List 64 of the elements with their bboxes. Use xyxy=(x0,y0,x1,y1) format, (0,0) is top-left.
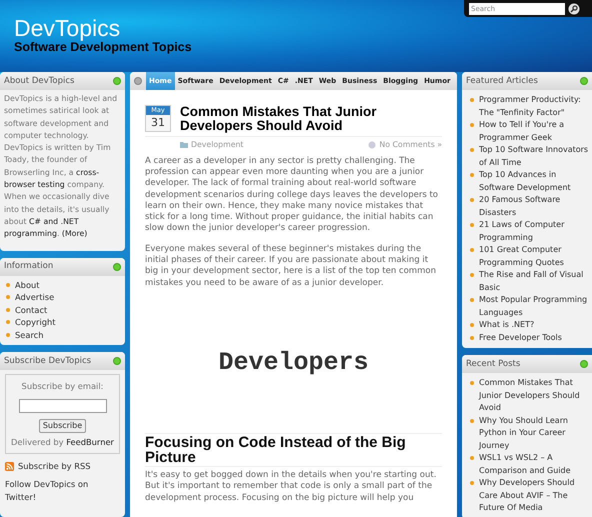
post-title: Common Mistakes That Junior Developers Should Avoid xyxy=(180,105,378,133)
bullet-icon xyxy=(470,381,474,385)
site-title: DevTopics xyxy=(14,16,122,40)
site-tagline: Software Development Topics xyxy=(14,40,193,55)
bullet-icon xyxy=(6,332,10,337)
bullet-icon xyxy=(470,148,474,152)
panel-title: Recent Posts xyxy=(466,358,520,370)
sidebar-link[interactable]: Why You Should Learn Python in Your Career Journey xyxy=(479,414,590,452)
bullet-icon xyxy=(470,123,474,127)
sidebar-link[interactable]: Most Popular Programming Languages xyxy=(479,294,590,319)
bullet-icon xyxy=(6,282,10,287)
sidebar-link[interactable]: Contact xyxy=(15,304,48,316)
bullet-icon xyxy=(470,418,474,422)
rss-icon xyxy=(5,462,14,471)
sidebar-link[interactable]: Advertise xyxy=(15,291,54,304)
bullet-icon xyxy=(470,273,474,277)
subscribe-button[interactable]: Subscribe xyxy=(38,418,86,432)
bullet-icon xyxy=(6,308,10,312)
bullet-icon xyxy=(470,456,474,460)
sidebar-link[interactable]: 101 Great Computer Programming Quotes xyxy=(479,244,590,269)
bullet-icon xyxy=(470,173,474,177)
bullet-icon xyxy=(470,223,474,227)
sidebar-link[interactable]: WSL1 vs WSL2 – A Comparison and Guide xyxy=(479,452,590,477)
post-paragraph: A career as a developer in any sector is pretty challenging. The profession can appear even more daunting when you are a junior developer. The lack of formal training about real-world software development scenarios during college days leaves the developers to learn on their own. Hence, they make many novice mistakes that stick for a long time. Without proper guidance, the initial habits can slow down the junior developer's career progression. xyxy=(145,156,440,235)
rss-link[interactable]: Subscribe by RSS xyxy=(18,460,91,472)
sidebar-link[interactable]: 21 Laws of Computer Programming xyxy=(479,219,590,244)
comment-icon xyxy=(368,140,376,149)
follow-text: Follow DevTopics on Twitter! xyxy=(4,478,90,504)
panel-title: About DevTopics xyxy=(4,74,74,88)
sidebar-link[interactable]: What is .NET? xyxy=(479,319,534,332)
image-caption: Developers xyxy=(218,347,369,380)
bullet-icon xyxy=(470,248,474,252)
section-heading: Focusing on Code Instead of the Big Picture xyxy=(145,432,442,467)
sidebar-link[interactable]: Common Mistakes That Junior Developers Should Avoid xyxy=(479,377,590,414)
sidebar-link[interactable]: Why Developers Should Care About AVIF – The Future Of Media xyxy=(479,477,590,514)
date-day: 31 xyxy=(151,115,165,131)
bullet-icon xyxy=(470,98,474,102)
bullet-icon xyxy=(470,336,474,340)
delivered-text: Delivered by FeedBurner xyxy=(11,436,114,448)
bullet-icon xyxy=(6,295,10,300)
sidebar-link[interactable]: How to Tell if You're a Programmer Geek xyxy=(479,119,590,144)
bullet-icon xyxy=(6,320,10,324)
sidebar-link[interactable]: Programmer Productivity: The "Tenfinity Factor" xyxy=(479,94,590,119)
sidebar-link[interactable]: Copyright xyxy=(15,316,56,329)
bullet-icon xyxy=(470,298,474,302)
sidebar-link[interactable]: Free Developer Tools xyxy=(479,332,562,344)
bullet-icon xyxy=(470,481,474,485)
email-field[interactable] xyxy=(18,398,106,412)
sidebar-link[interactable]: 20 Famous Software Disasters xyxy=(479,194,590,219)
post-paragraph: Everyone makes several of these beginner's mistakes during the initial phases of their career. If you are passionate about making it big in your development sector, here is a list of the top ten common mistakes you need to be aware of as a junior developer. xyxy=(145,244,437,289)
search-icon[interactable] xyxy=(568,2,580,14)
sidebar-link[interactable]: The Rise and Fall of Visual Basic xyxy=(479,269,590,294)
sidebar-link[interactable]: About xyxy=(15,278,40,292)
subscribe-prompt: Subscribe by email: xyxy=(22,380,104,392)
sidebar-link[interactable]: Top 10 Advances in Software Development xyxy=(479,169,590,194)
post-paragraph: It's easy to get bogged down in the details when you're starting out. But it's important to remember that code is only a small part of the development process. Focusing on the big picture will help you xyxy=(145,470,438,504)
sidebar-link[interactable]: Top 10 Software Innovators of All Time xyxy=(479,144,590,169)
panel-title: Information xyxy=(4,260,54,273)
sidebar-link[interactable]: Search xyxy=(15,328,44,342)
bullet-icon xyxy=(470,323,474,327)
panel-title: Featured Articles xyxy=(466,74,538,88)
folder-icon xyxy=(180,141,188,148)
bullet-icon xyxy=(470,198,474,202)
panel-title: Subscribe DevTopics xyxy=(4,354,92,368)
